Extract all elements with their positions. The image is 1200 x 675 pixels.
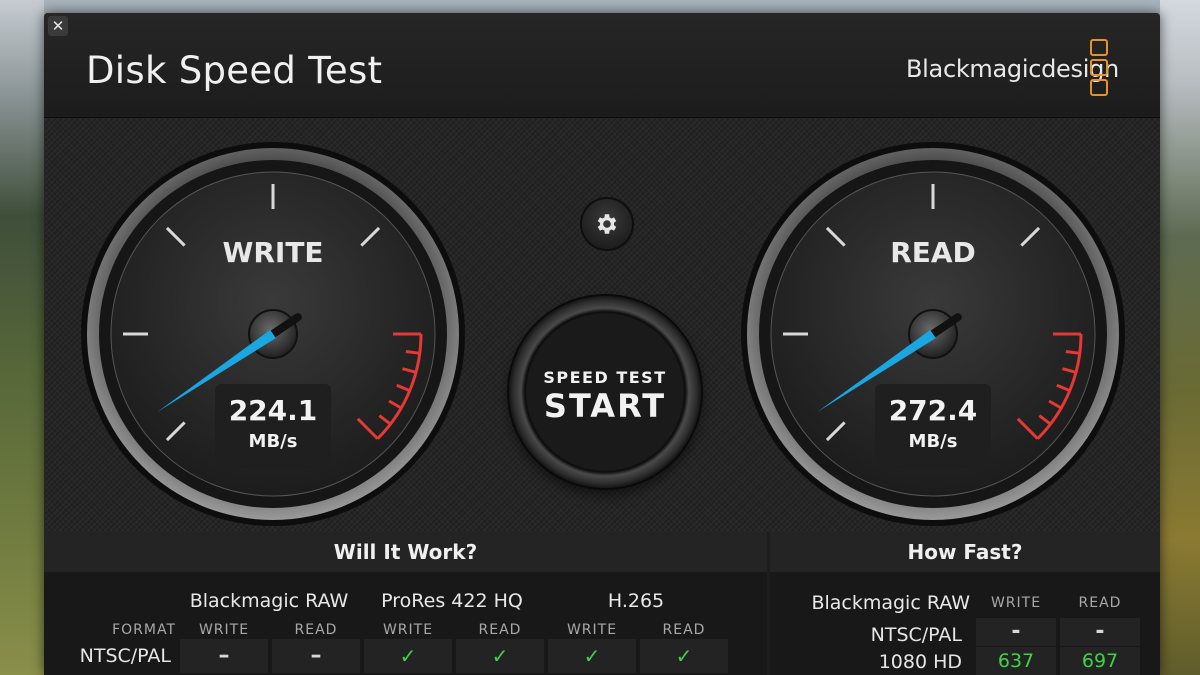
how-fast-write-header: WRITE bbox=[990, 595, 1042, 611]
read-readout: 272.4 MB/s bbox=[875, 384, 991, 468]
brand-name: Blackmagicdesign bbox=[906, 55, 1119, 83]
format-column-header: FORMAT bbox=[112, 622, 176, 638]
close-button[interactable]: ✕ bbox=[48, 16, 68, 36]
prores-read-header: READ bbox=[478, 622, 522, 638]
desktop-background-left bbox=[0, 0, 44, 675]
write-gauge bbox=[81, 142, 465, 526]
start-button-caption: SPEED TEST bbox=[543, 368, 667, 387]
will-it-work-panel: Will It Work? Blackmagic RAW ProRes 422 … bbox=[44, 532, 767, 675]
braw-read-header: READ bbox=[294, 622, 338, 638]
write-speed-value: 224.1 bbox=[228, 394, 318, 427]
read-speed-value: 272.4 bbox=[888, 394, 978, 427]
prores-write-header: WRITE bbox=[382, 622, 434, 638]
braw-write-header: WRITE bbox=[198, 622, 250, 638]
start-button-label: START bbox=[543, 387, 667, 425]
how-fast-format-ntsc-pal: NTSC/PAL bbox=[870, 624, 962, 646]
gear-icon bbox=[597, 214, 617, 234]
gauge-panel: WRITE 224.1 MB/s READ 272.4 MB/s SPEED T… bbox=[44, 118, 1160, 532]
read-gauge-label: READ bbox=[890, 236, 976, 269]
h265-write-header: WRITE bbox=[566, 622, 618, 638]
read-speed-unit: MB/s bbox=[908, 431, 958, 452]
how-fast-format-1080hd: 1080 HD bbox=[878, 651, 962, 673]
app-title: Disk Speed Test bbox=[86, 49, 383, 92]
braw-write-cell: – bbox=[180, 639, 268, 673]
read-gauge-redline-tick-1 bbox=[1065, 350, 1080, 355]
speed-test-start-button[interactable]: SPEED TEST START bbox=[509, 296, 701, 488]
codec-header-h265: H.265 bbox=[607, 590, 665, 612]
how-fast-codec-header: Blackmagic RAW bbox=[811, 592, 970, 614]
title-bar: ✕ Disk Speed Test Blackmagicdesign bbox=[44, 13, 1160, 118]
desktop-background-right bbox=[1160, 0, 1200, 675]
how-fast-read-header: READ bbox=[1078, 595, 1122, 611]
close-icon: ✕ bbox=[51, 17, 65, 35]
how-fast-ntsc-write: - bbox=[976, 618, 1056, 646]
write-gauge-label: WRITE bbox=[222, 236, 324, 269]
read-gauge bbox=[741, 142, 1125, 526]
codec-header-prores: ProRes 422 HQ bbox=[381, 590, 523, 612]
prores-read-check-icon: ✓ bbox=[456, 639, 544, 673]
settings-button[interactable] bbox=[580, 197, 634, 251]
h265-read-check-icon: ✓ bbox=[640, 639, 728, 673]
how-fast-1080-write: 637 bbox=[976, 647, 1056, 675]
braw-read-cell: – bbox=[272, 639, 360, 673]
h265-write-check-icon: ✓ bbox=[548, 639, 636, 673]
will-it-work-title: Will It Work? bbox=[44, 532, 767, 572]
disk-speed-test-window: ✕ Disk Speed Test Blackmagicdesign WRITE… bbox=[44, 13, 1160, 675]
how-fast-1080-read: 697 bbox=[1060, 647, 1140, 675]
write-readout: 224.1 MB/s bbox=[215, 384, 331, 468]
write-speed-unit: MB/s bbox=[248, 431, 298, 452]
how-fast-ntsc-read: - bbox=[1060, 618, 1140, 646]
how-fast-title: How Fast? bbox=[770, 532, 1160, 572]
format-ntsc-pal: NTSC/PAL bbox=[79, 645, 171, 667]
h265-read-header: READ bbox=[662, 622, 706, 638]
write-gauge-redline-tick-1 bbox=[405, 350, 420, 355]
how-fast-panel: How Fast? Blackmagic RAW WRITE READ NTSC… bbox=[770, 532, 1160, 675]
prores-write-check-icon: ✓ bbox=[364, 639, 452, 673]
brand-logo-icon bbox=[1090, 39, 1112, 99]
codec-header-braw: Blackmagic RAW bbox=[189, 590, 349, 612]
